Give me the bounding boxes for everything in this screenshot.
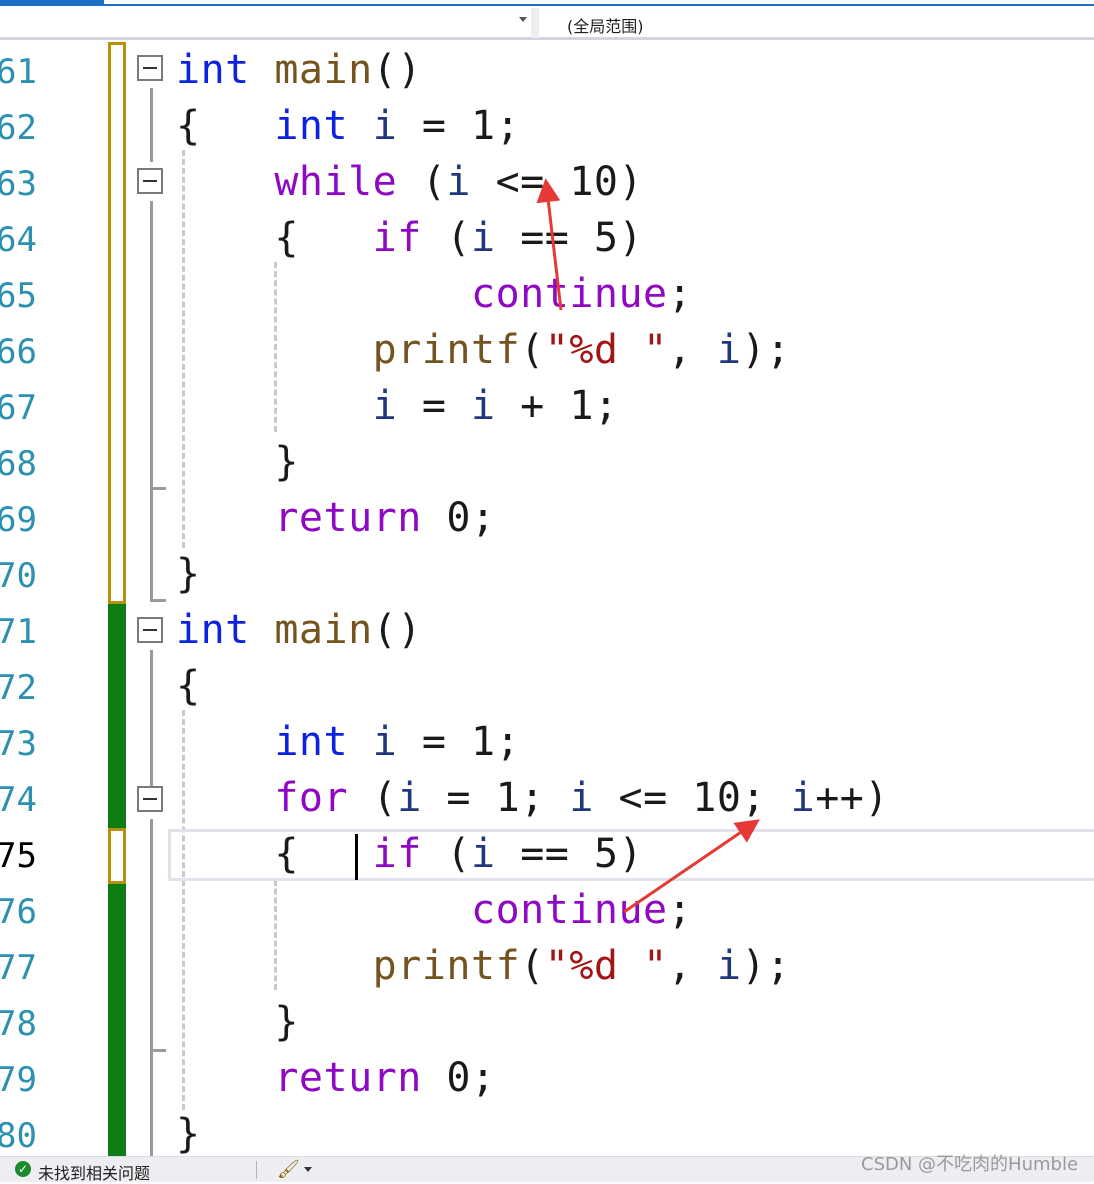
code-cleanup-dropdown-icon[interactable]: [304, 1167, 312, 1172]
annotation-arrows: [536, 178, 760, 914]
status-separator: [256, 1161, 257, 1179]
issues-status[interactable]: 未找到相关问题: [38, 1160, 150, 1184]
check-circle-icon: ✓: [15, 1161, 31, 1177]
annotation-arrow-for: [623, 819, 760, 914]
code-cleanup-brush-icon[interactable]: 🖌: [277, 1160, 300, 1180]
watermark: CSDN @不吃肉的Humble: [861, 1154, 1079, 1175]
annotation-arrow-while: [536, 178, 563, 311]
